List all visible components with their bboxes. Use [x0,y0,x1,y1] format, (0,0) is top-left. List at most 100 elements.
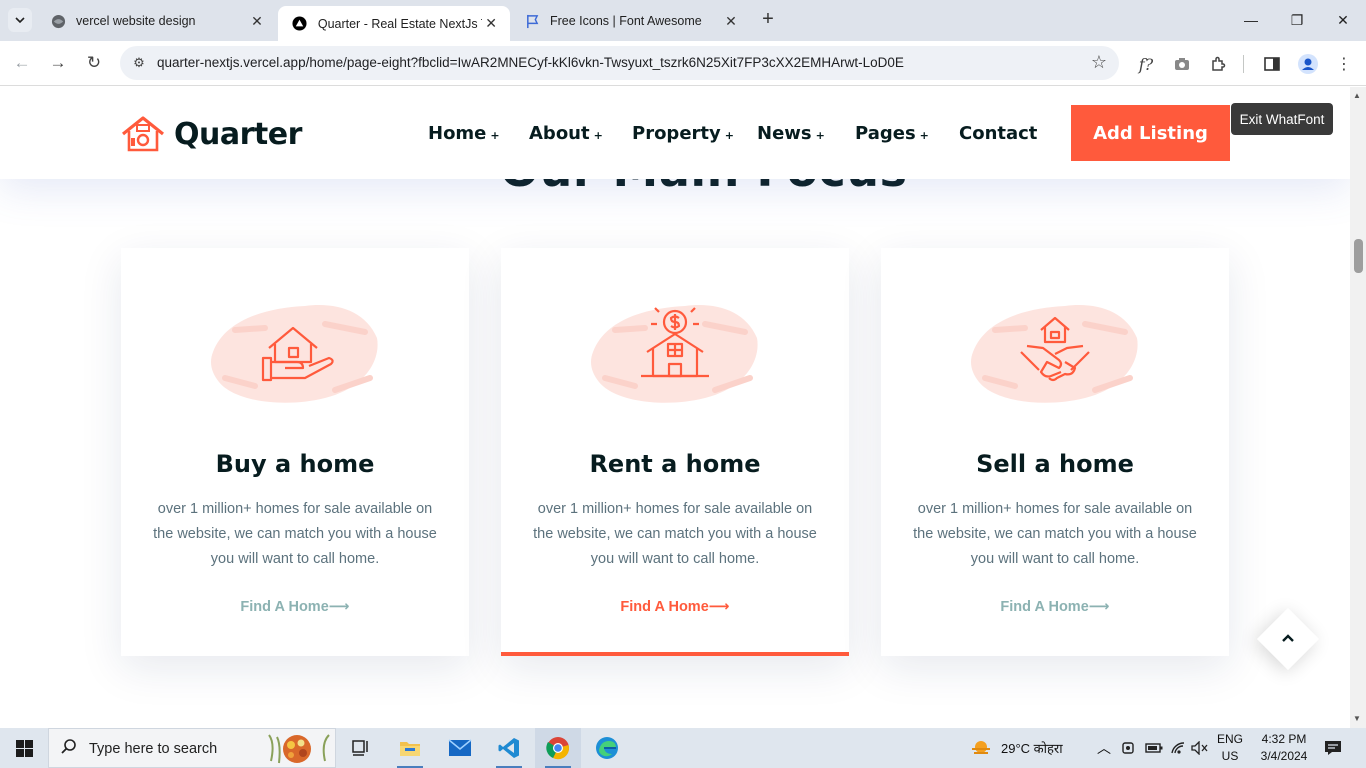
tab-font-awesome[interactable]: Free Icons | Font Awesome ✕ [510,6,750,36]
toolbar-divider [1243,55,1244,73]
weather-text: 29°C कोहरा [1001,741,1063,756]
minimize-window-icon[interactable]: ― [1228,0,1274,40]
tab-title: Quarter - Real Estate NextJs Ten [317,16,482,31]
find-home-link[interactable]: Find A Home⟶ [501,599,849,615]
page-viewport: Our Main Focus Quarter Home+ About+ Prop… [0,87,1350,728]
task-view-icon[interactable] [338,728,384,768]
input-language[interactable]: ENG US [1212,731,1248,765]
tray-overflow-icon[interactable]: ︿ [1097,728,1111,768]
card-title: Sell a home [976,450,1134,478]
clock-time: 4:32 PM [1261,732,1307,746]
card-description: over 1 million+ homes for sale available… [153,501,437,567]
tab-vercel[interactable]: vercel website design ✕ [36,6,276,36]
card-description: over 1 million+ homes for sale available… [533,501,817,567]
back-arrow-icon[interactable]: ← [8,49,36,77]
windows-taskbar: Type here to search 29°C कोहरा ︿ ENG US … [0,728,1366,768]
camera-icon[interactable] [1170,52,1194,76]
expand-plus-icon: + [815,129,825,142]
arrow-right-icon: ⟶ [708,599,730,615]
volume-muted-icon[interactable] [1191,728,1209,768]
search-highlight-illustration [268,734,330,764]
link-label: Find A Home [620,599,709,615]
scrollbar-thumb[interactable] [1354,239,1363,273]
browser-menu-icon[interactable]: ⋮ [1332,52,1356,76]
search-placeholder: Type here to search [89,741,218,757]
nav-about[interactable]: About + [529,123,603,144]
side-panel-icon[interactable] [1260,52,1284,76]
edge-icon[interactable] [584,728,630,768]
bookmark-star-icon[interactable]: ☆ [1091,52,1107,73]
weather-widget[interactable]: 29°C कोहरा [970,728,1063,768]
site-header: Quarter Home + About + Property + News + Pag… [0,87,1350,179]
globe-icon [50,13,66,29]
battery-icon[interactable] [1145,728,1163,768]
scroll-down-arrow-icon[interactable]: ▼ [1353,714,1361,723]
taskbar-search-input[interactable]: Type here to search [48,728,336,768]
nav-label: Property [632,123,721,144]
flag-icon [524,13,540,29]
nav-contact[interactable]: Contact [959,123,1037,144]
file-explorer-icon[interactable] [387,728,433,768]
house-dollar-icon [591,305,758,403]
vscode-icon[interactable] [486,728,532,768]
forward-arrow-icon[interactable]: → [44,49,72,77]
expand-plus-icon: + [919,129,929,142]
nav-pages[interactable]: Pages + [855,123,929,144]
wifi-icon[interactable] [1170,728,1186,768]
language-code: ENG [1216,732,1243,746]
search-icon [61,738,77,759]
nav-news[interactable]: News + [757,123,825,144]
clock-date: 3/4/2024 [1260,749,1308,763]
reload-icon[interactable]: ↻ [80,49,108,77]
arrow-right-icon: ⟶ [328,599,350,615]
browser-tab-strip: vercel website design ✕ Quarter - Real E… [0,0,1366,41]
nav-label: Home [428,123,487,144]
meet-now-icon[interactable] [1121,728,1137,768]
find-home-link[interactable]: Find A Home⟶ [881,599,1229,615]
page-scrollbar[interactable]: ▲ ▼ [1350,87,1366,728]
tab-title: vercel website design [76,14,196,28]
chevron-up-icon[interactable] [1278,627,1298,651]
nav-label: Contact [959,123,1038,144]
nav-label: News [757,123,812,144]
card-title: Buy a home [215,450,375,478]
nav-property[interactable]: Property + [632,123,734,144]
link-label: Find A Home [240,599,329,615]
nav-home[interactable]: Home + [428,123,500,144]
mail-icon[interactable] [437,728,483,768]
tab-search-button[interactable] [8,8,32,32]
expand-plus-icon: + [724,129,734,142]
tab-title: Free Icons | Font Awesome [550,14,702,28]
scroll-up-arrow-icon[interactable]: ▲ [1353,91,1361,100]
close-window-icon[interactable]: ✕ [1320,0,1366,40]
whatfont-extension-icon[interactable]: f? [1134,52,1158,76]
add-listing-button[interactable]: Add Listing [1071,105,1230,161]
extensions-puzzle-icon[interactable] [1206,52,1230,76]
close-tab-icon[interactable]: ✕ [722,12,740,30]
url-text[interactable]: quarter-nextjs.vercel.app/home/page-eigh… [157,55,904,70]
nav-label: Pages [855,123,916,144]
restore-window-icon[interactable]: ❐ [1274,0,1320,40]
link-label: Find A Home [1000,599,1089,615]
profile-avatar-icon[interactable] [1296,52,1320,76]
expand-plus-icon: + [490,129,500,142]
vercel-triangle-icon [292,16,308,32]
new-tab-button[interactable]: + [757,9,779,31]
tab-quarter[interactable]: Quarter - Real Estate NextJs Ten ✕ [278,6,510,41]
site-settings-icon[interactable]: ⚙ [130,54,148,72]
notification-center-icon[interactable] [1324,728,1342,768]
close-tab-icon[interactable]: ✕ [248,12,266,30]
card-description: over 1 million+ homes for sale available… [913,501,1197,567]
whatfont-exit-button[interactable]: Exit WhatFont [1231,103,1333,135]
address-bar[interactable]: ⚙ quarter-nextjs.vercel.app/home/page-ei… [120,46,1119,80]
chrome-icon[interactable] [535,728,581,768]
find-home-link[interactable]: Find A Home⟶ [121,599,469,615]
active-card-underline [501,652,849,656]
windows-start-icon[interactable] [0,728,48,768]
site-logo[interactable]: Quarter [120,115,302,153]
arrow-right-icon: ⟶ [1088,599,1110,615]
system-clock[interactable]: 4:32 PM 3/4/2024 [1254,731,1314,765]
close-tab-icon[interactable]: ✕ [482,15,500,33]
browser-toolbar: ← → ↻ ⚙ quarter-nextjs.vercel.app/home/p… [0,41,1366,86]
brand-name: Quarter [174,116,302,152]
